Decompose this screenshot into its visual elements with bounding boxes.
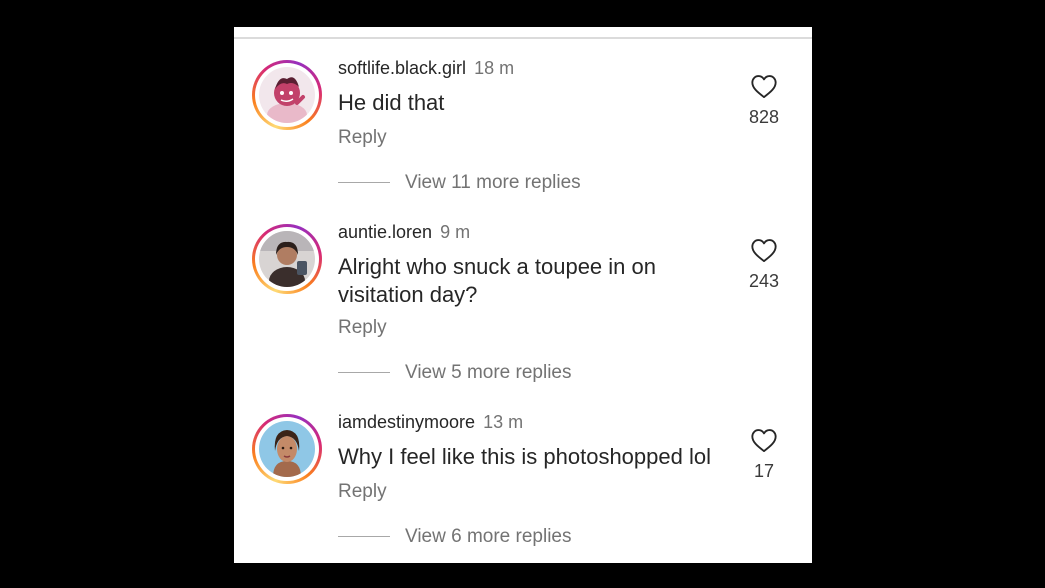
comment-text: Why I feel like this is photoshopped lol bbox=[338, 444, 711, 469]
reply-button[interactable]: Reply bbox=[338, 127, 387, 149]
comment-meta: auntie.loren 9 m bbox=[338, 222, 470, 243]
comment-text: He did that bbox=[338, 90, 445, 115]
heart-icon[interactable] bbox=[750, 73, 778, 99]
heart-icon[interactable] bbox=[750, 237, 778, 263]
avatar[interactable] bbox=[252, 60, 322, 130]
view-replies-button[interactable]: View 6 more replies bbox=[405, 526, 572, 548]
username[interactable]: iamdestinymoore bbox=[338, 412, 475, 432]
comment-meta: iamdestinymoore 13 m bbox=[338, 412, 523, 433]
like-count: 243 bbox=[748, 271, 780, 291]
reply-button[interactable]: Reply bbox=[338, 317, 387, 339]
replies-divider bbox=[338, 536, 390, 537]
avatar-image bbox=[259, 231, 315, 287]
avatar[interactable] bbox=[252, 224, 322, 294]
like-count: 17 bbox=[753, 461, 775, 481]
comments-panel: softlife.black.girl 18 m He did that Repl… bbox=[234, 27, 812, 563]
view-replies-button[interactable]: View 5 more replies bbox=[405, 362, 572, 384]
view-replies-button[interactable]: View 11 more replies bbox=[405, 172, 581, 194]
comment-meta: softlife.black.girl 18 m bbox=[338, 58, 514, 79]
reply-button[interactable]: Reply bbox=[338, 481, 387, 503]
timestamp: 13 m bbox=[483, 412, 524, 432]
replies-divider bbox=[338, 182, 390, 183]
heart-icon[interactable] bbox=[750, 427, 778, 453]
avatar-image bbox=[259, 421, 315, 477]
timestamp: 9 m bbox=[440, 222, 471, 242]
timestamp: 18 m bbox=[474, 58, 515, 78]
username[interactable]: softlife.black.girl bbox=[338, 58, 466, 78]
avatar-image bbox=[259, 67, 315, 123]
like-count: 828 bbox=[748, 107, 780, 127]
comment-text: Alright who snuck a toupee in on visitat… bbox=[338, 254, 656, 307]
username[interactable]: auntie.loren bbox=[338, 222, 432, 242]
replies-divider bbox=[338, 372, 390, 373]
avatar[interactable] bbox=[252, 414, 322, 484]
divider bbox=[234, 37, 812, 39]
